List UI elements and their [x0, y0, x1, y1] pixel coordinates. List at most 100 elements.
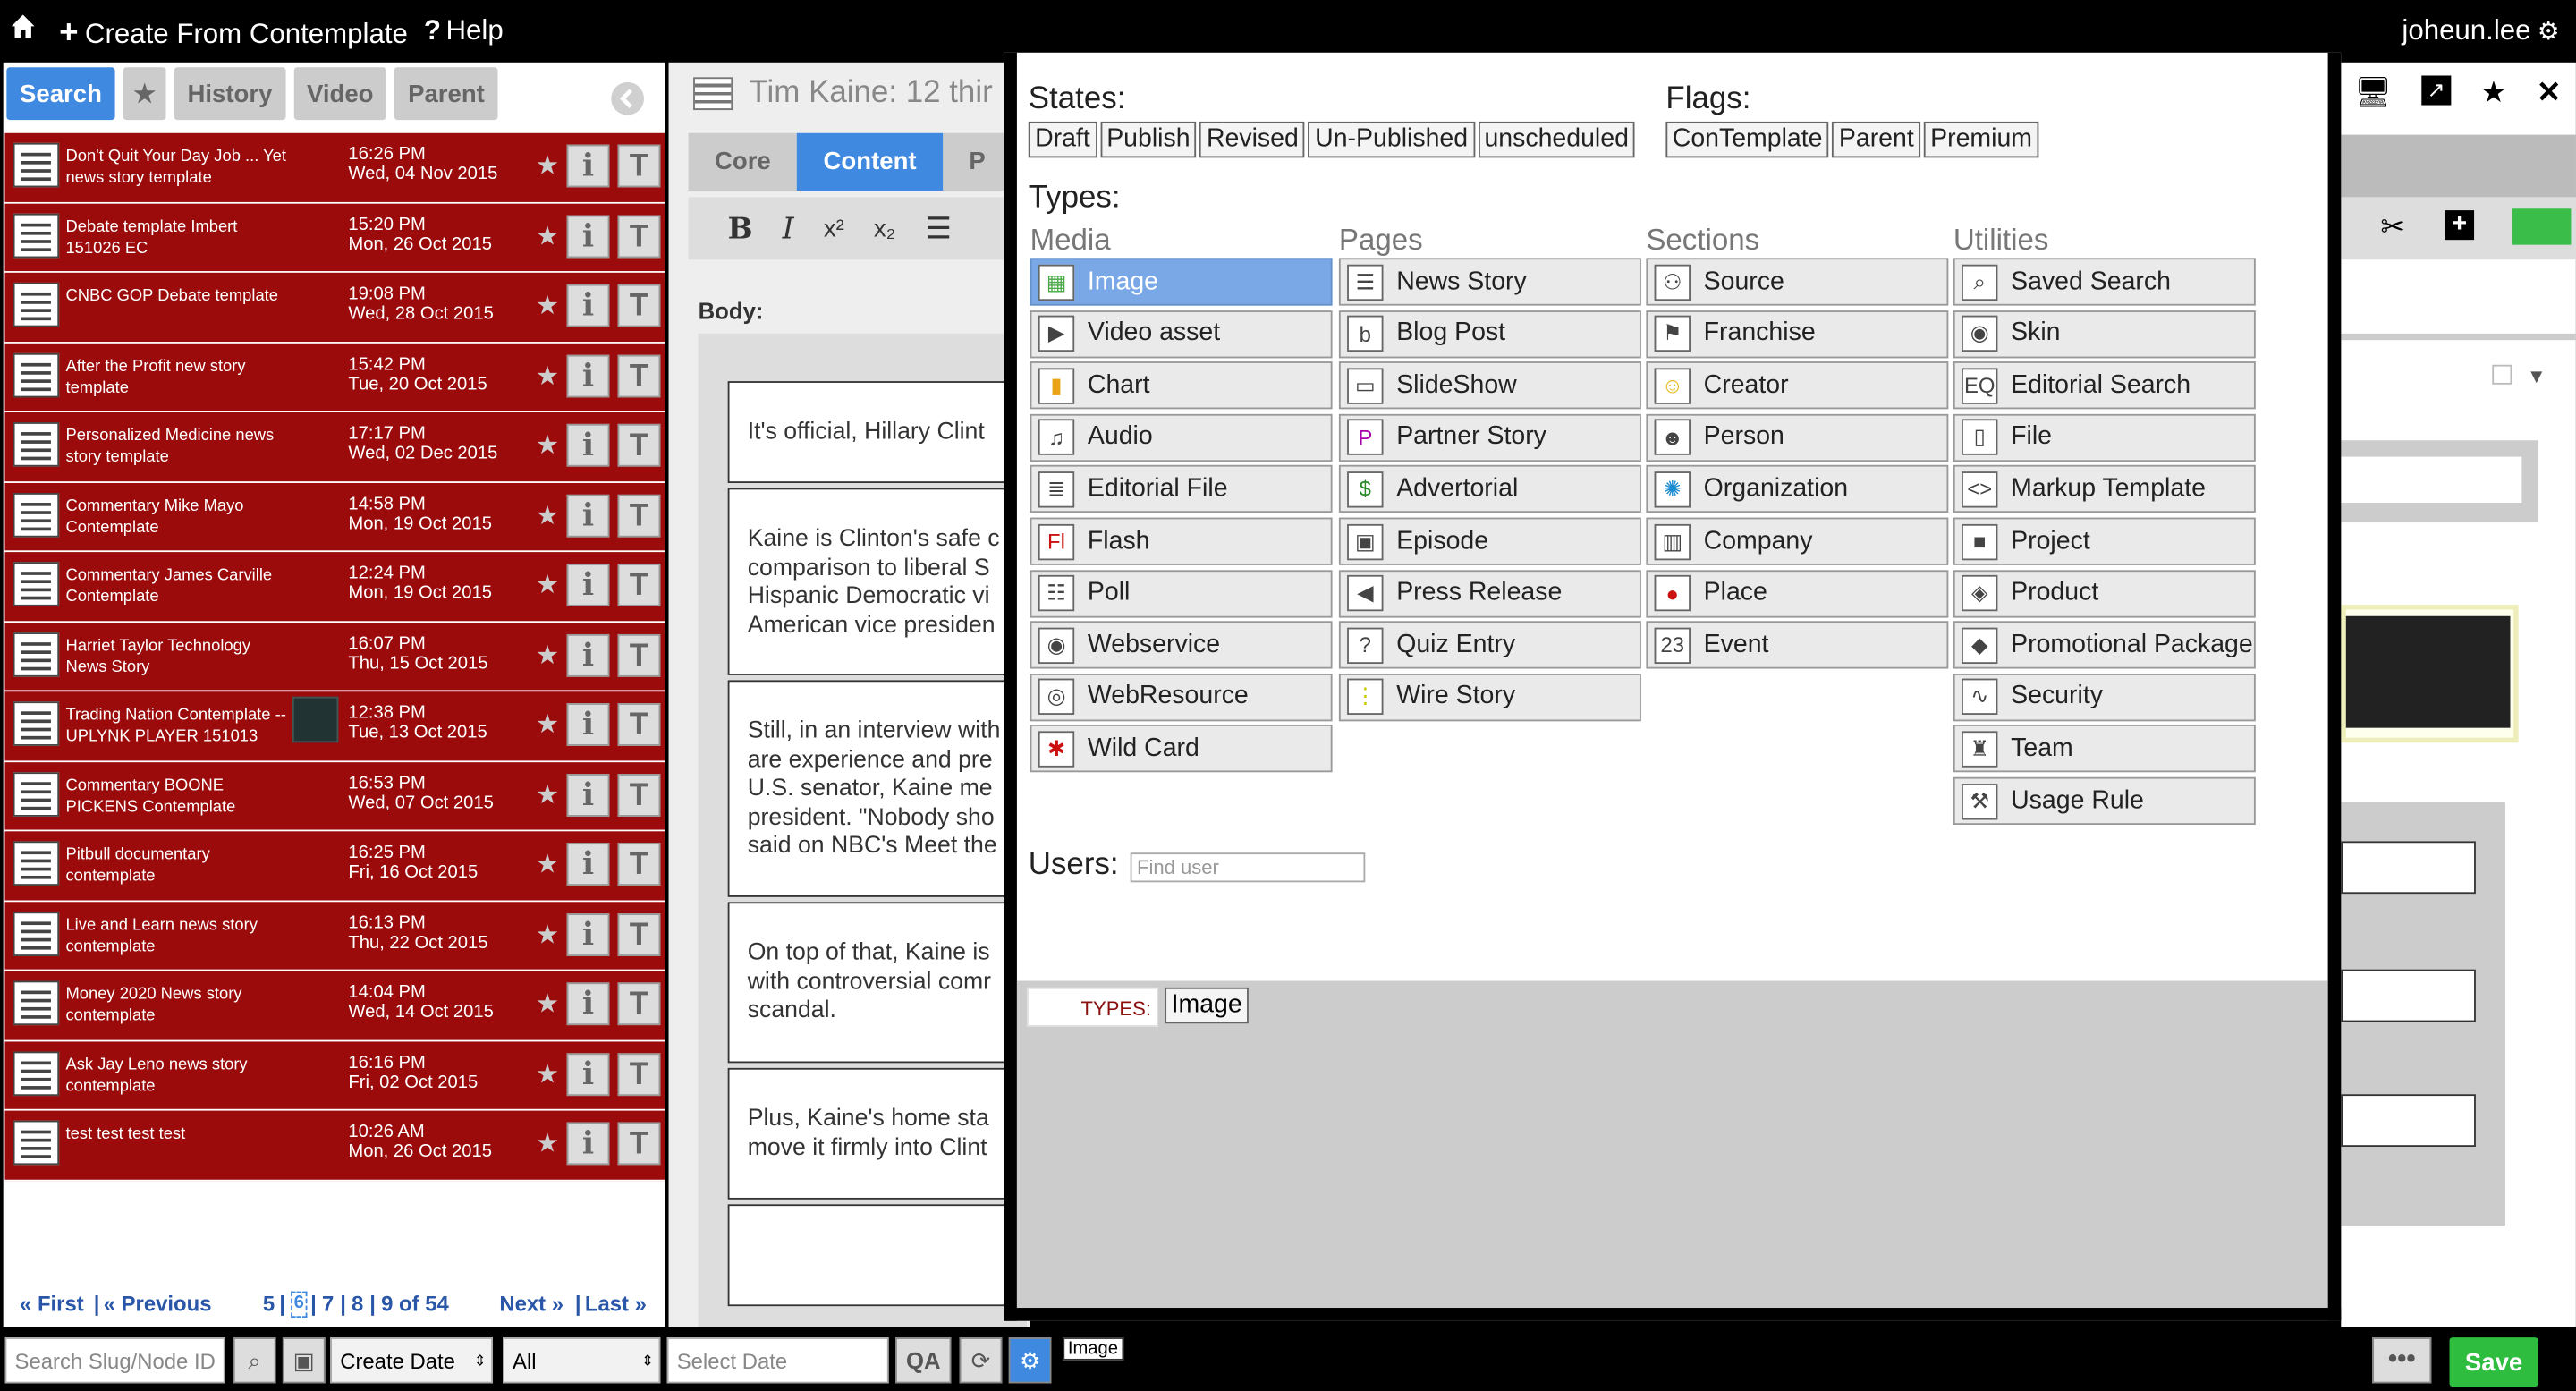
type-wire-story[interactable]: ⋮ Wire Story	[1338, 673, 1641, 721]
info-icon[interactable]: i	[566, 773, 610, 816]
page-link[interactable]: 7	[322, 1292, 334, 1317]
tab-search[interactable]: Search	[6, 67, 115, 121]
list-item[interactable]: Trading Nation Contemplate -- UPLYNK PLA…	[4, 691, 665, 762]
type-skin[interactable]: ◉ Skin	[1953, 310, 2256, 358]
info-icon[interactable]: i	[566, 144, 610, 188]
type-editorial-search[interactable]: EQ Editorial Search	[1953, 361, 2256, 410]
type-press-release[interactable]: ◀ Press Release	[1338, 569, 1641, 617]
star-icon[interactable]: ★	[536, 428, 559, 462]
save-search-icon[interactable]: ▣	[282, 1337, 326, 1384]
monitor-icon[interactable]: 🖥	[2354, 75, 2392, 110]
list-item[interactable]: Ask Jay Leno news story contemplate 16:1…	[4, 1040, 665, 1111]
type-audio[interactable]: ♫ Audio	[1030, 413, 1333, 462]
tab-video[interactable]: Video	[293, 67, 387, 121]
tab-content[interactable]: Content	[797, 132, 943, 191]
type-webservice[interactable]: ◉ Webservice	[1030, 621, 1333, 669]
type-quiz-entry[interactable]: ? Quiz Entry	[1338, 621, 1641, 669]
type-place[interactable]: ● Place	[1646, 569, 1949, 617]
list-item[interactable]: Commentary Mike Mayo Contemplate 14:58 P…	[4, 482, 665, 553]
form-input[interactable]	[2341, 841, 2476, 895]
tab-history[interactable]: History	[174, 67, 286, 121]
info-icon[interactable]: i	[566, 1052, 610, 1096]
user-menu[interactable]: joheun.lee ⚙	[2402, 15, 2559, 48]
type-markup-template[interactable]: <> Markup Template	[1953, 465, 2256, 513]
qa-icon[interactable]: QA	[895, 1337, 952, 1384]
type-source[interactable]: ⚇ Source	[1646, 258, 1949, 306]
type-promotional-package[interactable]: ◆ Promotional Package	[1953, 621, 2256, 669]
star-icon[interactable]: ★	[536, 848, 559, 881]
tab-p[interactable]: P	[942, 132, 1013, 191]
type-product[interactable]: ◈ Product	[1953, 569, 2256, 617]
star-icon[interactable]: ★	[536, 568, 559, 601]
star-icon[interactable]: ★	[536, 708, 559, 742]
type-creator[interactable]: ☺ Creator	[1646, 361, 1949, 410]
info-icon[interactable]: i	[566, 912, 610, 956]
add-icon[interactable]: +	[2445, 210, 2475, 241]
subscript-icon[interactable]: x₂	[874, 215, 895, 242]
star-icon[interactable]: ★	[536, 1057, 559, 1090]
next-link[interactable]: Next »	[499, 1292, 564, 1317]
type-chart[interactable]: ▮ Chart	[1030, 361, 1333, 410]
info-icon[interactable]: i	[566, 493, 610, 537]
type-poll[interactable]: ☷ Poll	[1030, 569, 1333, 617]
type-video-asset[interactable]: ▶ Video asset	[1030, 310, 1333, 358]
current-page[interactable]: 6	[291, 1291, 308, 1319]
save-button[interactable]: Save	[2449, 1337, 2538, 1387]
flag-chip[interactable]: ConTemplate	[1665, 121, 1829, 158]
type-usage-rule[interactable]: ⚒ Usage Rule	[1953, 776, 2256, 826]
refresh-icon[interactable]: ⟳	[959, 1337, 1003, 1384]
page-link[interactable]: 8	[352, 1292, 363, 1317]
state-chip[interactable]: Revised	[1199, 121, 1306, 158]
info-icon[interactable]: i	[566, 214, 610, 258]
external-link-icon[interactable]: ↗	[2421, 75, 2452, 106]
template-icon[interactable]: T	[617, 144, 661, 188]
type-file[interactable]: ▯ File	[1953, 413, 2256, 462]
type-company[interactable]: ▥ Company	[1646, 517, 1949, 565]
type-news-story[interactable]: ☰ News Story	[1338, 258, 1641, 306]
help-button[interactable]: ? Help	[424, 15, 504, 48]
star-icon[interactable]: ★	[536, 498, 559, 531]
template-icon[interactable]: T	[617, 773, 661, 816]
star-icon[interactable]: ★	[536, 219, 559, 252]
home-icon[interactable]	[10, 13, 36, 39]
type-team[interactable]: ♜ Team	[1953, 725, 2256, 773]
sort-select[interactable]: Create Date ⇕	[330, 1337, 494, 1384]
template-icon[interactable]: T	[617, 563, 661, 606]
template-icon[interactable]: T	[617, 493, 661, 537]
template-icon[interactable]: T	[617, 214, 661, 258]
search-input[interactable]: Search Slug/Node ID	[4, 1337, 225, 1384]
type-project[interactable]: ■ Project	[1953, 517, 2256, 565]
star-icon[interactable]: ★	[536, 778, 559, 811]
template-icon[interactable]: T	[617, 912, 661, 956]
filter-gear-icon[interactable]: ⚙	[1008, 1337, 1052, 1384]
info-icon[interactable]: i	[566, 633, 610, 676]
type-editorial-file[interactable]: ≣ Editorial File	[1030, 465, 1333, 513]
close-icon[interactable]: ✕	[2537, 75, 2562, 110]
type-organization[interactable]: ✺ Organization	[1646, 465, 1949, 513]
list-item[interactable]: Live and Learn news story contemplate 16…	[4, 901, 665, 971]
bold-icon[interactable]: B	[728, 211, 753, 246]
star-icon[interactable]: ★	[536, 359, 559, 392]
template-icon[interactable]: T	[617, 423, 661, 467]
template-icon[interactable]: T	[617, 353, 661, 397]
type-blog-post[interactable]: b Blog Post	[1338, 310, 1641, 358]
list-item[interactable]: Commentary BOONE PICKENS Contemplate 16:…	[4, 761, 665, 832]
more-button[interactable]: •••	[2372, 1337, 2432, 1384]
type-saved-search[interactable]: ⌕ Saved Search	[1953, 258, 2256, 306]
info-icon[interactable]: i	[566, 563, 610, 606]
scissors-icon[interactable]: ✂	[2380, 210, 2405, 245]
selected-type-chip[interactable]: Image	[1165, 987, 1250, 1024]
star-icon[interactable]: ★	[536, 918, 559, 951]
field-input[interactable]	[2341, 456, 2522, 504]
type-partner-story[interactable]: P Partner Story	[1338, 413, 1641, 462]
star-icon[interactable]: ★	[2480, 75, 2507, 110]
chevron-down-icon[interactable]: ▼	[2527, 365, 2546, 388]
info-icon[interactable]: i	[566, 284, 610, 327]
list-item[interactable]: CNBC GOP Debate template 19:08 PM Wed, 28…	[4, 272, 665, 343]
tab-favorites[interactable]: ★	[123, 67, 166, 121]
list-icon[interactable]: ☰	[925, 211, 952, 246]
template-icon[interactable]: T	[617, 703, 661, 746]
type-flash[interactable]: Fl Flash	[1030, 517, 1333, 565]
state-chip[interactable]: unscheduled	[1478, 121, 1636, 158]
create-from-contemplate-button[interactable]: + Create From Contemplate	[59, 15, 408, 53]
